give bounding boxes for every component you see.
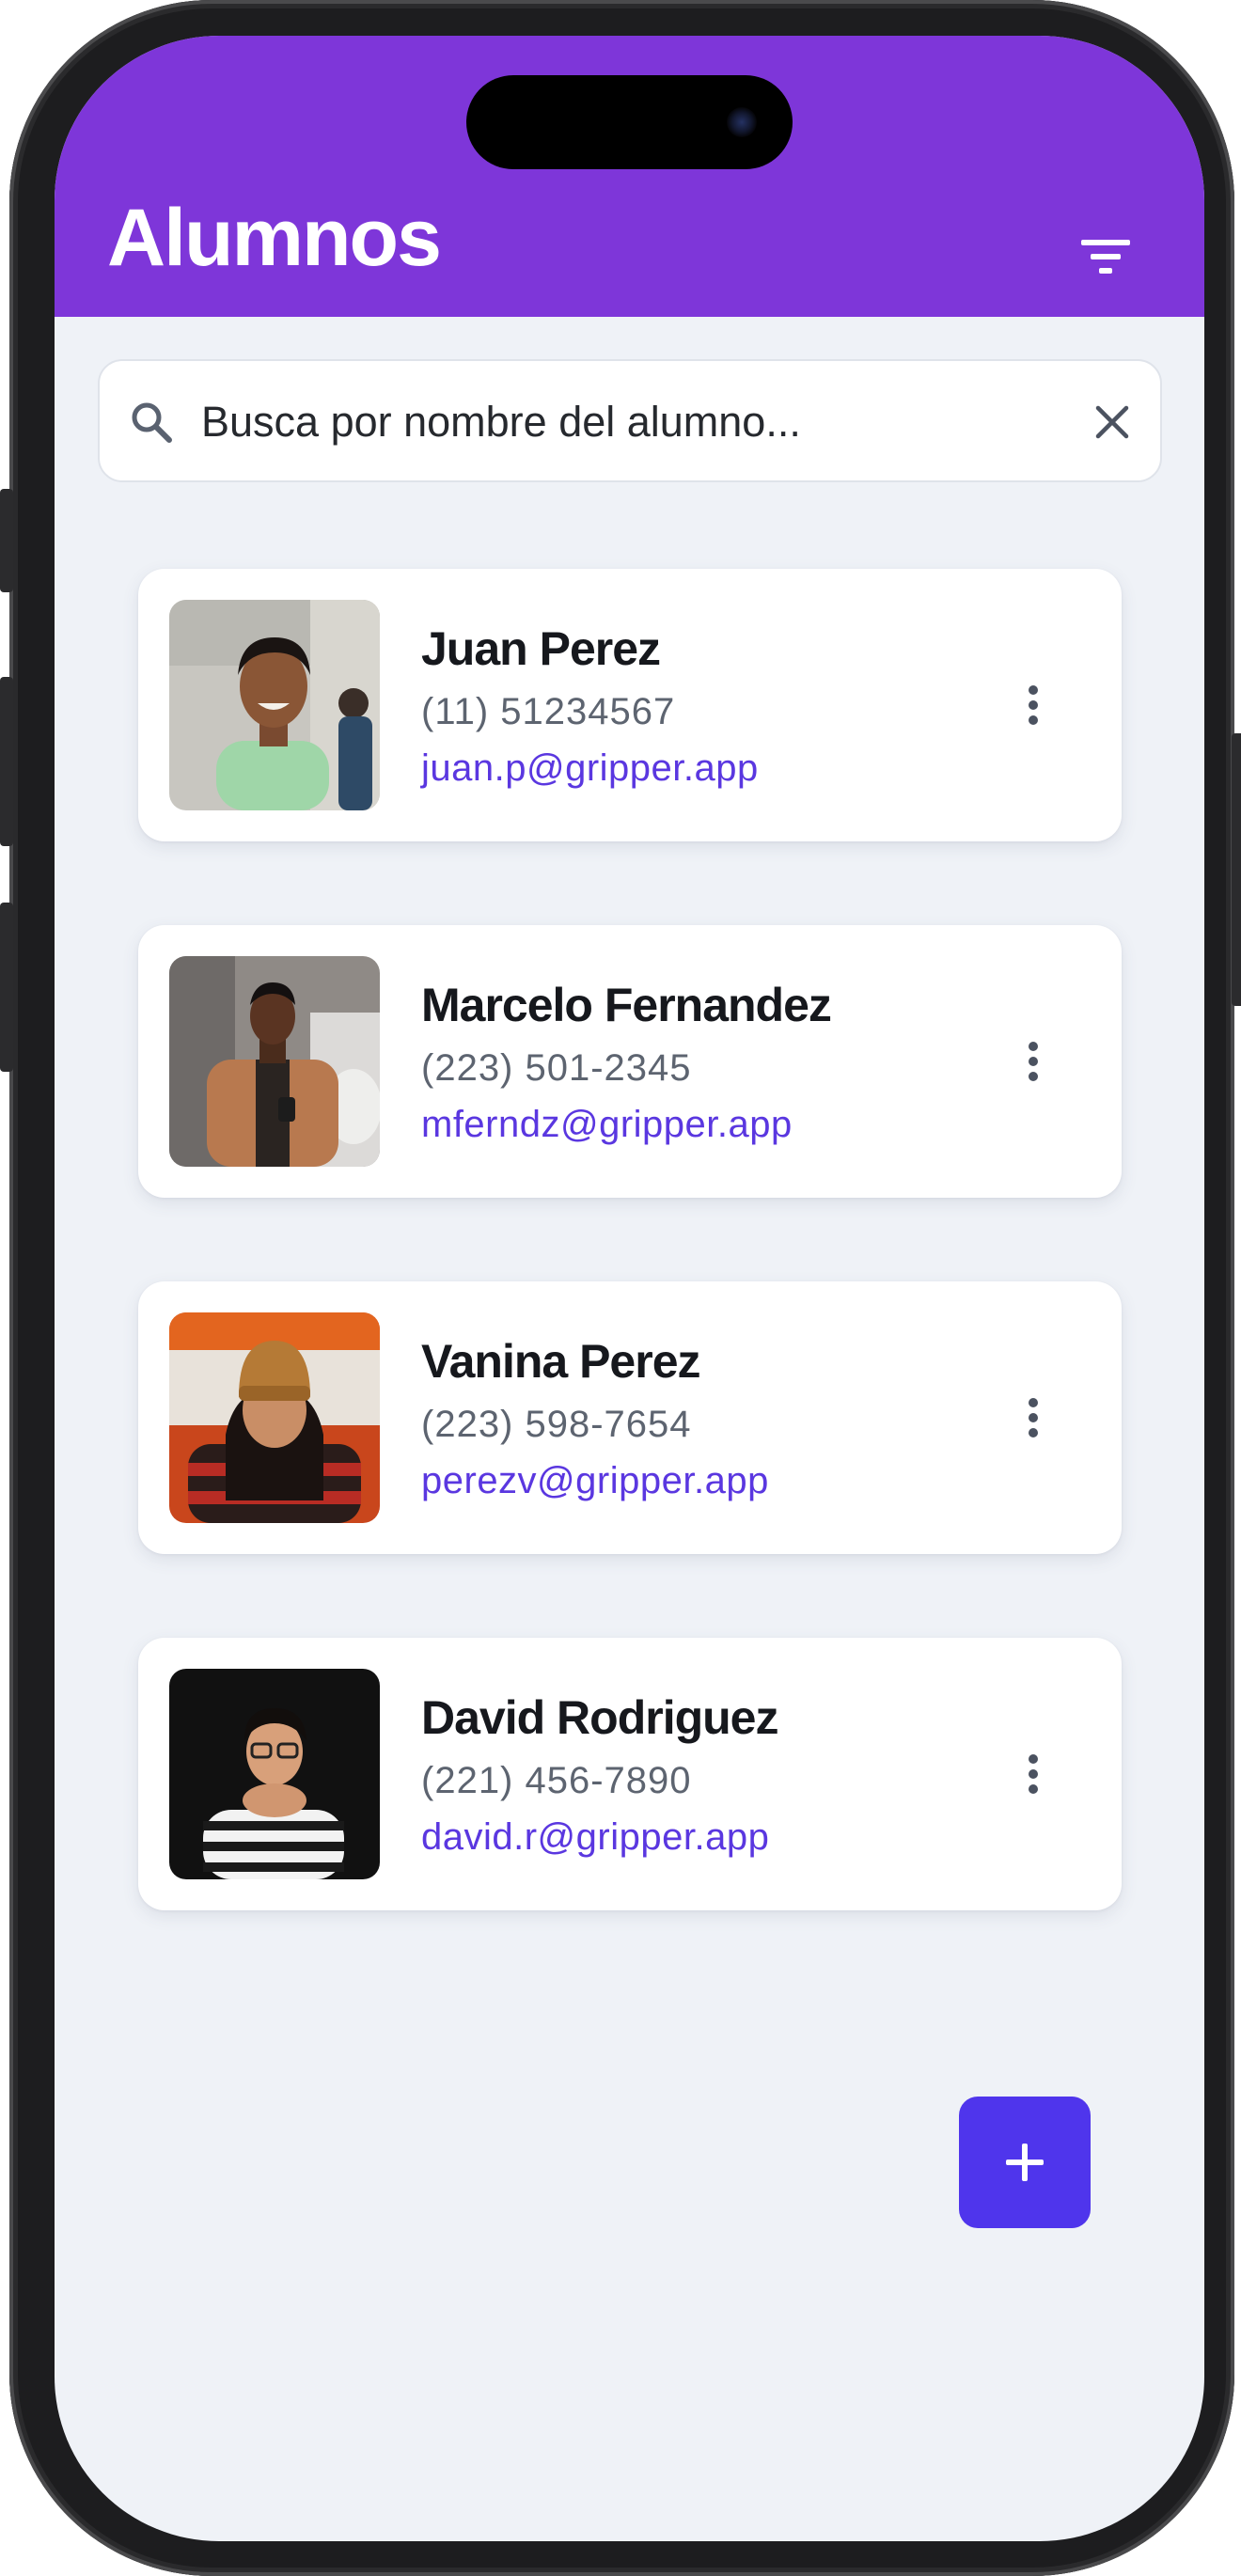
clear-search-button[interactable] [1089,399,1136,446]
search-bar [98,359,1162,482]
card-menu-button[interactable] [1005,1029,1061,1094]
app-screen: Alumnos Busca por nombre del alumno... J… [55,36,1204,2541]
student-name: Juan Perez [421,622,661,675]
filter-button[interactable] [1077,231,1134,282]
plus-icon [1006,2144,1044,2181]
dynamic-island [466,75,793,169]
power-button [1232,733,1241,1006]
student-email[interactable]: juan.p@gripper.app [421,747,759,790]
student-name: David Rodriguez [421,1691,778,1744]
close-icon [1095,405,1129,439]
student-name: Marcelo Fernandez [421,979,832,1031]
more-vertical-icon [1029,1754,1038,1794]
more-vertical-icon [1029,1398,1038,1437]
card-menu-button[interactable] [1005,1385,1061,1451]
card-menu-button[interactable] [1005,672,1061,738]
student-phone: (221) 456-7890 [421,1760,692,1801]
student-avatar [169,1669,380,1879]
camera-icon [727,107,757,137]
more-vertical-icon [1029,685,1038,725]
student-avatar [169,600,380,810]
search-input[interactable] [201,389,1038,455]
more-vertical-icon [1029,1042,1038,1081]
card-menu-button[interactable] [1005,1741,1061,1807]
student-email[interactable]: david.r@gripper.app [421,1816,769,1859]
student-card[interactable]: Vanina Perez (223) 598-7654 perezv@gripp… [138,1281,1122,1554]
student-phone: (223) 501-2345 [421,1047,692,1089]
student-phone: (11) 51234567 [421,691,676,732]
volume-down-button [0,903,13,1072]
student-name: Vanina Perez [421,1335,700,1388]
student-card[interactable]: Juan Perez (11) 51234567 juan.p@gripper.… [138,569,1122,841]
filter-icon [1081,240,1130,274]
student-email[interactable]: mferndz@gripper.app [421,1104,793,1146]
page-title: Alumnos [107,193,442,283]
student-email[interactable]: perezv@gripper.app [421,1460,769,1502]
app-header: Alumnos [55,36,1204,317]
student-card[interactable]: Marcelo Fernandez (223) 501-2345 mferndz… [138,925,1122,1198]
device-frame: Alumnos Busca por nombre del alumno... J… [0,0,1241,2576]
search-icon [132,402,172,443]
volume-up-button [0,677,13,846]
add-student-button[interactable] [959,2097,1091,2228]
student-card[interactable]: David Rodriguez (221) 456-7890 david.r@g… [138,1638,1122,1910]
action-button [0,489,13,592]
student-phone: (223) 598-7654 [421,1404,692,1445]
student-avatar [169,1312,380,1523]
student-avatar [169,956,380,1167]
